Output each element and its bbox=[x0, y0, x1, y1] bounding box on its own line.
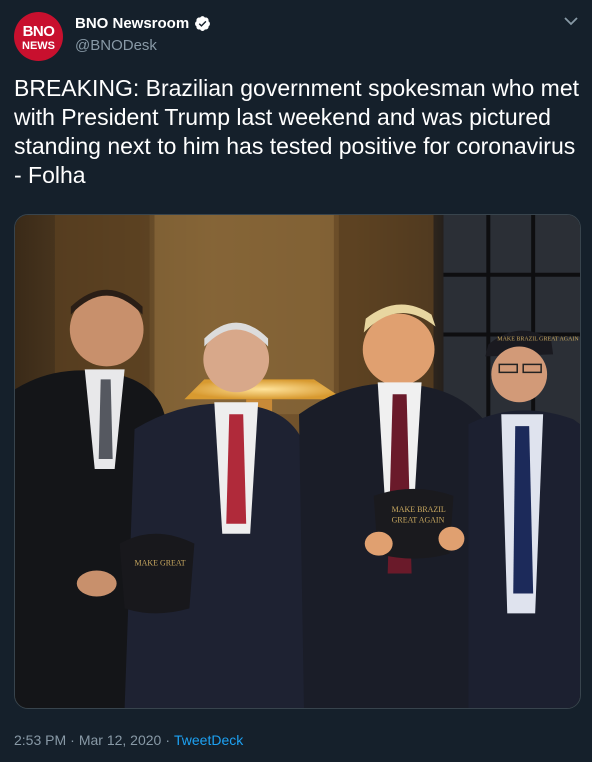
hat-text-center-2: GREAT AGAIN bbox=[392, 516, 445, 525]
meta-separator: · bbox=[165, 732, 170, 748]
account-handle[interactable]: @BNODesk bbox=[75, 37, 157, 54]
photo-illustration: MAKE GREAT MAKE BRAZIL GREAT AGAIN MAKE … bbox=[15, 215, 580, 708]
tweet-photo[interactable]: MAKE GREAT MAKE BRAZIL GREAT AGAIN MAKE … bbox=[14, 214, 581, 709]
avatar-text-line1: BNO bbox=[22, 22, 55, 40]
hat-text-right: MAKE BRAZIL GREAT AGAIN bbox=[497, 336, 579, 342]
tweet-text: BREAKING: Brazilian government spokesman… bbox=[14, 75, 586, 188]
tweet-meta: 2:53 PM · Mar 12, 2020 · TweetDeck bbox=[14, 732, 243, 748]
account-name[interactable]: BNO Newsroom bbox=[75, 15, 189, 32]
chevron-down-icon[interactable] bbox=[564, 16, 578, 26]
tweet-time[interactable]: 2:53 PM bbox=[14, 732, 66, 748]
verified-badge-icon bbox=[195, 16, 211, 31]
avatar[interactable]: BNO NEWS bbox=[14, 12, 63, 61]
hat-text-left: MAKE GREAT bbox=[135, 559, 186, 568]
tweet-source-link[interactable]: TweetDeck bbox=[174, 732, 243, 748]
tweet: BNO NEWS BNO Newsroom @BNODesk BREAKING:… bbox=[0, 0, 592, 762]
tweet-date[interactable]: Mar 12, 2020 bbox=[79, 732, 162, 748]
author-row: BNO Newsroom bbox=[75, 15, 211, 32]
avatar-text-line2: NEWS bbox=[22, 39, 55, 52]
hat-text-center-1: MAKE BRAZIL bbox=[392, 505, 446, 514]
meta-separator: · bbox=[70, 732, 75, 748]
